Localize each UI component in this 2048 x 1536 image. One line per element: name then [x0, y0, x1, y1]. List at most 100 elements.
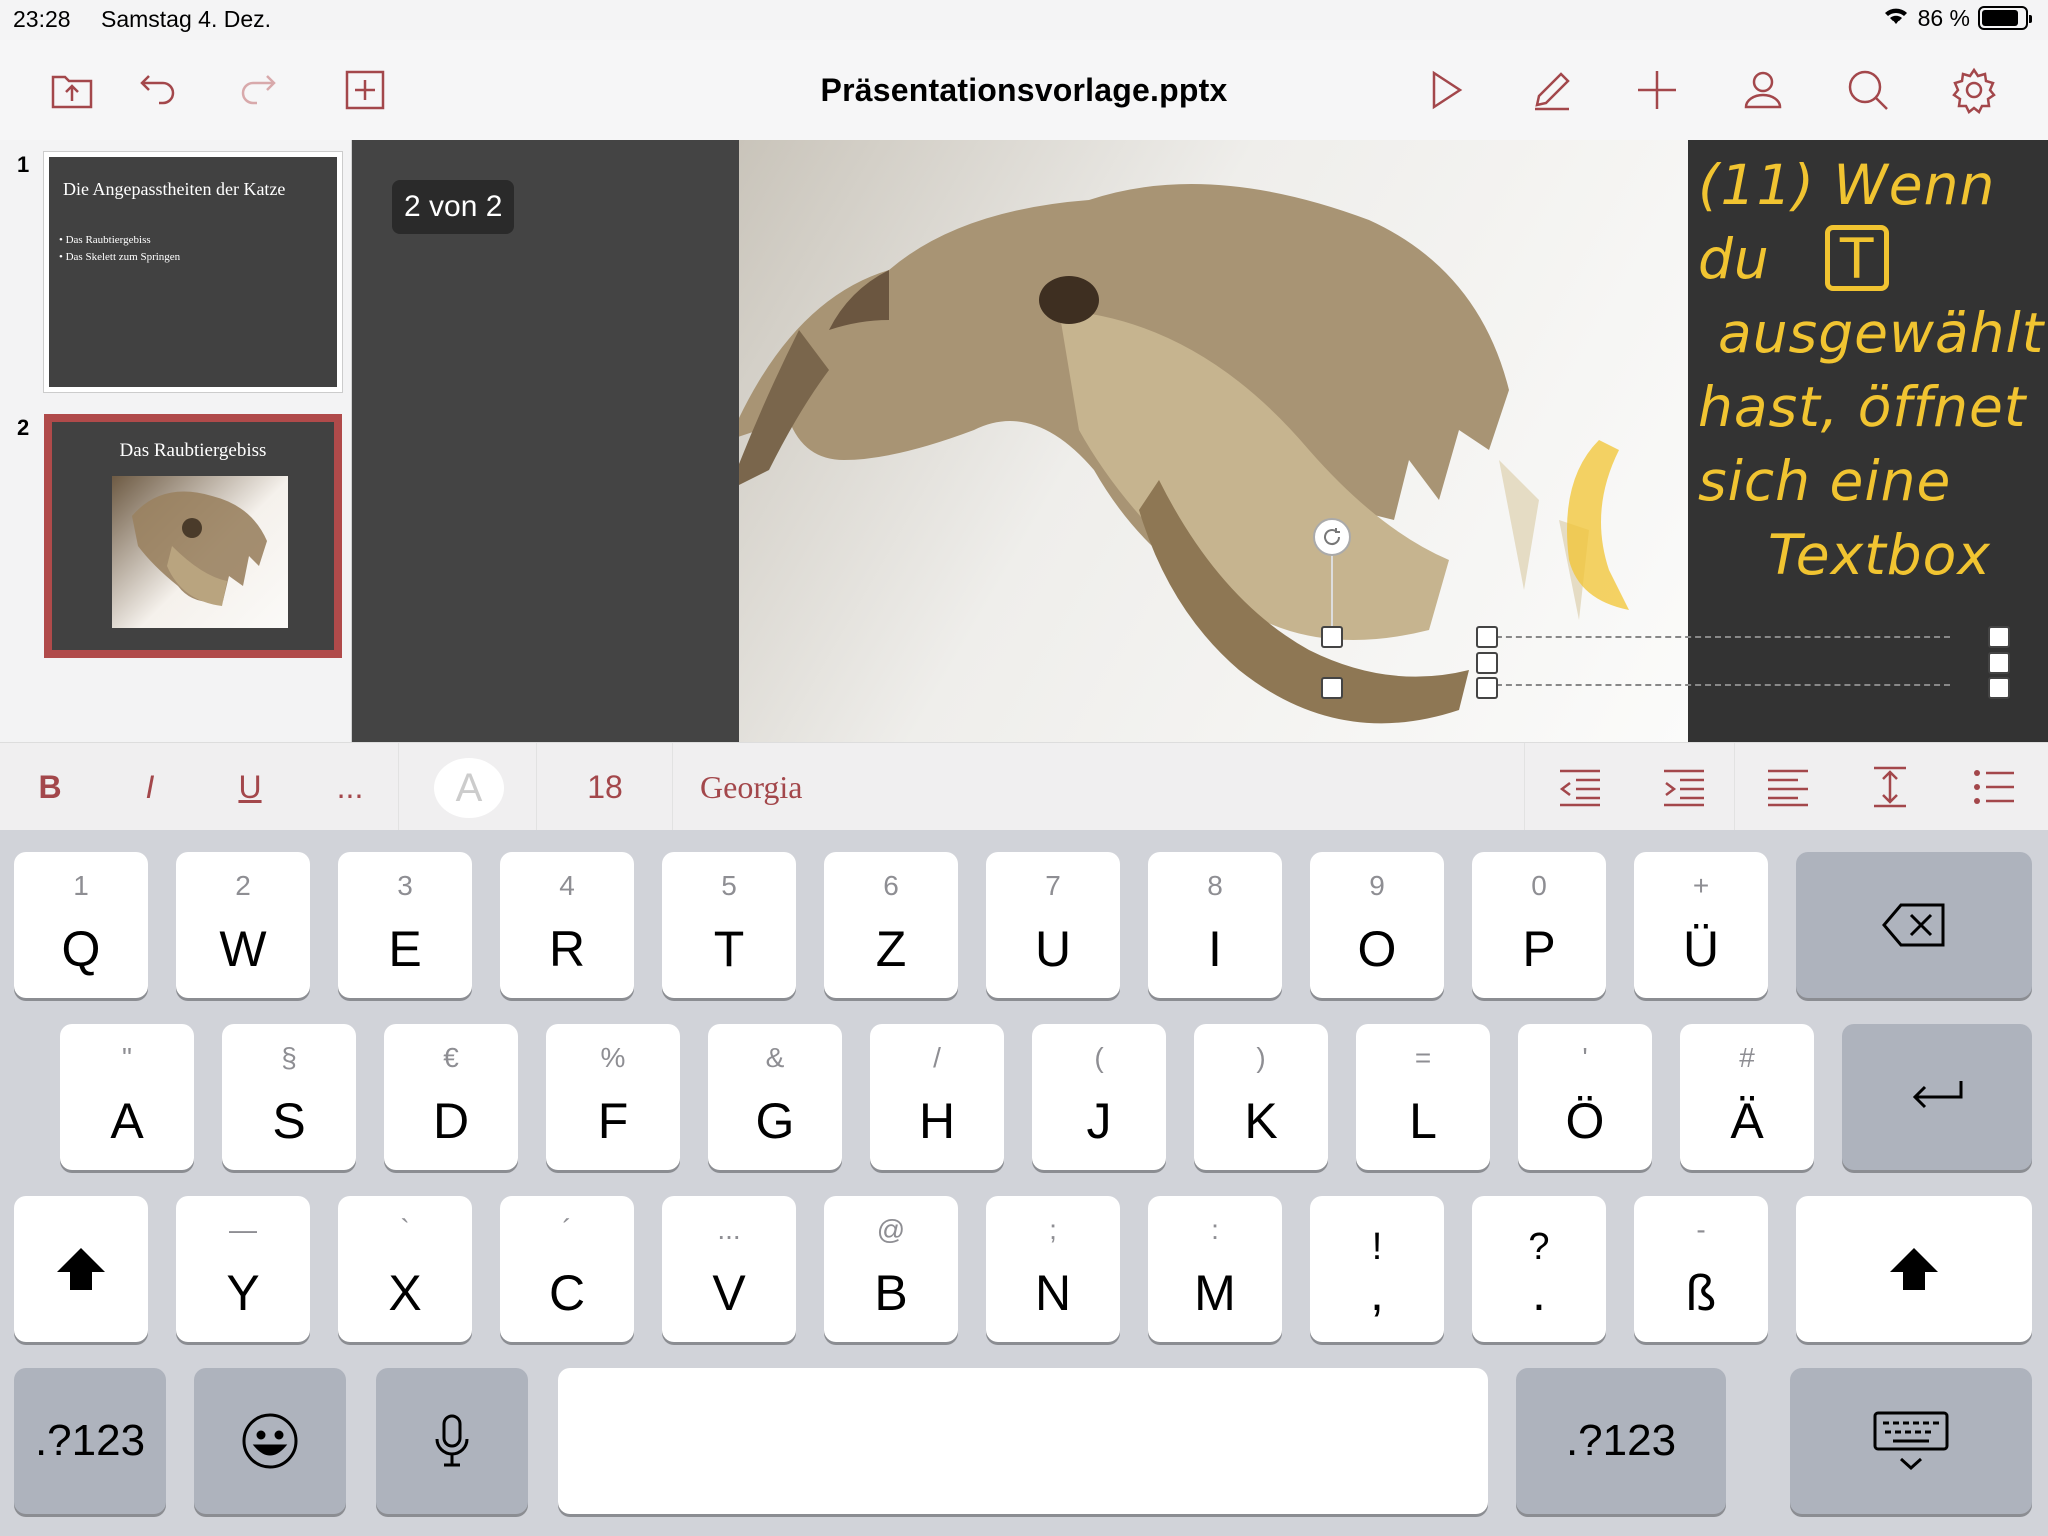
- handwritten-annotation: (11) Wenn du T ausgewählt hast, öffnet s…: [1698, 148, 2046, 592]
- font-size-button[interactable]: 18: [560, 743, 650, 831]
- slide-canvas[interactable]: 2 von 2 (11) Wenn du T ausgewählt hast, …: [352, 140, 2048, 742]
- key-ae[interactable]: # Ä: [1680, 1024, 1814, 1170]
- status-bar: 23:28 Samstag 4. Dez. 86 %: [0, 0, 2048, 40]
- divider: [1734, 743, 1735, 831]
- backspace-icon[interactable]: [1796, 852, 2032, 998]
- key-j[interactable]: (J: [1032, 1024, 1166, 1170]
- wifi-icon: [1882, 4, 1910, 32]
- thumb-bullets: • Das Raubtiergebiss • Das Skelett zum S…: [59, 232, 180, 266]
- resize-handle[interactable]: [1476, 626, 1498, 648]
- more-format-button[interactable]: ...: [320, 743, 380, 831]
- status-time: 23:28: [13, 6, 71, 32]
- resize-handle[interactable]: [1476, 652, 1498, 674]
- key-e[interactable]: 3E: [338, 852, 472, 998]
- page-indicator: 2 von 2: [392, 180, 515, 234]
- key-y[interactable]: — Y: [176, 1196, 310, 1342]
- key-c[interactable]: ´ C: [500, 1196, 634, 1342]
- battery-icon: [1978, 6, 2032, 30]
- key-n[interactable]: ; N: [986, 1196, 1120, 1342]
- numbers-key[interactable]: .?123: [1516, 1368, 1726, 1514]
- thumb-title: Die Angepasstheiten der Katze: [63, 179, 286, 199]
- slide-thumbnail-2[interactable]: Das Raubtiergebiss: [44, 414, 342, 658]
- key-a[interactable]: " A: [60, 1024, 194, 1170]
- key-oe[interactable]: ' Ö: [1518, 1024, 1652, 1170]
- microphone-icon[interactable]: [376, 1368, 528, 1514]
- divider: [1524, 743, 1525, 831]
- key-v[interactable]: ... V: [662, 1196, 796, 1342]
- hide-keyboard-icon[interactable]: [1790, 1368, 2032, 1514]
- font-name-button[interactable]: Georgia: [700, 743, 860, 831]
- key-z[interactable]: 6Z: [824, 852, 958, 998]
- plus-icon[interactable]: [1629, 62, 1685, 118]
- italic-button[interactable]: I: [120, 743, 180, 831]
- textbox-selection[interactable]: [1486, 636, 1950, 686]
- resize-handle[interactable]: [1321, 677, 1343, 699]
- key-k[interactable]: ) K: [1194, 1024, 1328, 1170]
- thumb-bullet: • Das Raubtiergebiss: [59, 234, 151, 246]
- thumb-bullet: • Das Skelett zum Springen: [59, 251, 181, 263]
- numbers-key[interactable]: .?123: [14, 1368, 166, 1514]
- thumb-title: Das Raubtiergebiss: [119, 440, 267, 461]
- key-b[interactable]: @ B: [824, 1196, 958, 1342]
- underline-button[interactable]: U: [220, 743, 280, 831]
- key-d[interactable]: € D: [384, 1024, 518, 1170]
- thumb-skull-image: [112, 476, 288, 628]
- bold-button[interactable]: B: [20, 743, 80, 831]
- slide-thumbnail-panel: 1 Die Angepasstheiten der Katze • Das Ra…: [0, 140, 352, 742]
- key-eszett[interactable]: -ß: [1634, 1196, 1768, 1342]
- annotation-line: du T: [1698, 222, 2046, 296]
- emoji-icon[interactable]: [194, 1368, 346, 1514]
- key-x[interactable]: ` X: [338, 1196, 472, 1342]
- align-left-icon[interactable]: [1760, 743, 1816, 831]
- annotation-word: du: [1698, 227, 1770, 291]
- key-u[interactable]: 7U: [986, 852, 1120, 998]
- status-right: 86 %: [1882, 4, 2032, 32]
- key-f[interactable]: % F: [546, 1024, 680, 1170]
- resize-handle[interactable]: [1321, 626, 1343, 648]
- onscreen-keyboard: 1Q 2W 3E 4R 5T 6Z 7U 8I 9O 0P + Ü " A § S €…: [0, 830, 2048, 1536]
- resize-handle[interactable]: [1988, 652, 2010, 674]
- return-icon[interactable]: [1842, 1024, 2032, 1170]
- key-l[interactable]: = L: [1356, 1024, 1490, 1170]
- font-color-button[interactable]: A: [434, 758, 504, 818]
- key-m[interactable]: :M: [1148, 1196, 1282, 1342]
- key-h[interactable]: / H: [870, 1024, 1004, 1170]
- key-q[interactable]: 1Q: [14, 852, 148, 998]
- gear-icon[interactable]: [1946, 62, 2002, 118]
- resize-handle[interactable]: [1988, 626, 2010, 648]
- text-format-bar: B I U ... A 18 Georgia: [0, 742, 2048, 831]
- shift-icon[interactable]: [14, 1196, 148, 1342]
- key-w[interactable]: 2W: [176, 852, 310, 998]
- key-period[interactable]: ?.: [1472, 1196, 1606, 1342]
- annotation-line: sich eine: [1698, 449, 1952, 513]
- annotation-line: (11) Wenn: [1698, 153, 1996, 217]
- resize-handle[interactable]: [1988, 677, 2010, 699]
- shift-icon[interactable]: [1796, 1196, 2032, 1342]
- key-comma[interactable]: !,: [1310, 1196, 1444, 1342]
- divider: [398, 743, 399, 831]
- key-ue[interactable]: + Ü: [1634, 852, 1768, 998]
- slide-thumbnail-1[interactable]: Die Angepasstheiten der Katze • Das Raub…: [44, 152, 342, 392]
- line-spacing-icon[interactable]: [1862, 743, 1918, 831]
- resize-handle[interactable]: [1476, 677, 1498, 699]
- person-icon[interactable]: [1735, 62, 1791, 118]
- key-g[interactable]: & G: [708, 1024, 842, 1170]
- textbox-tool-glyph: T: [1825, 225, 1890, 291]
- status-date: Samstag 4. Dez.: [101, 6, 272, 32]
- key-o[interactable]: 9O: [1310, 852, 1444, 998]
- divider: [672, 743, 673, 831]
- search-icon[interactable]: [1840, 62, 1896, 118]
- play-icon[interactable]: [1418, 62, 1474, 118]
- key-p[interactable]: 0P: [1472, 852, 1606, 998]
- rotate-handle-icon[interactable]: [1313, 518, 1351, 556]
- annotation-line: Textbox: [1768, 523, 1991, 587]
- key-s[interactable]: § S: [222, 1024, 356, 1170]
- indent-icon[interactable]: [1656, 743, 1712, 831]
- key-t[interactable]: 5T: [662, 852, 796, 998]
- outdent-icon[interactable]: [1552, 743, 1608, 831]
- key-r[interactable]: 4R: [500, 852, 634, 998]
- key-i[interactable]: 8I: [1148, 852, 1282, 998]
- bullet-list-icon[interactable]: [1966, 743, 2022, 831]
- space-bar[interactable]: [558, 1368, 1488, 1514]
- pencil-icon[interactable]: [1524, 62, 1580, 118]
